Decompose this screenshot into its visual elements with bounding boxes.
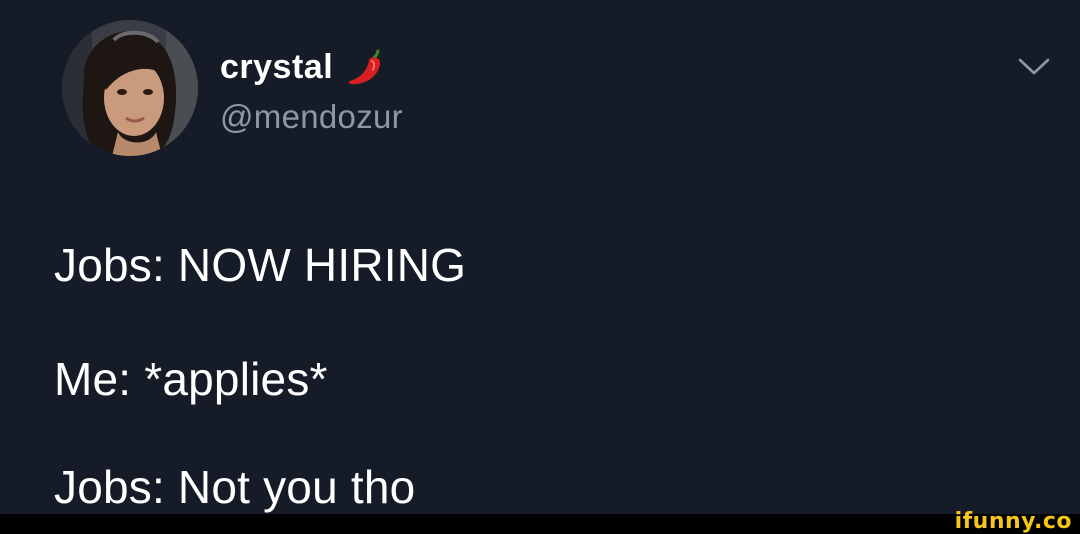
tweet-text-line: Jobs: NOW HIRING	[54, 239, 467, 291]
pepper-icon	[345, 45, 389, 89]
author-name-row[interactable]: crystal	[220, 44, 389, 90]
tweet-card: crystal @mendozur Jobs: NOW HIRING Me: *…	[0, 0, 1080, 514]
avatar[interactable]	[62, 20, 198, 156]
watermark-bar: ifunny.co	[0, 510, 1080, 534]
avatar-photo	[62, 20, 198, 156]
chevron-down-icon	[1018, 58, 1050, 75]
tweet-menu-button[interactable]	[1014, 52, 1054, 82]
handle[interactable]: @mendozur	[220, 98, 403, 136]
tweet-text-line: Me: *applies*	[54, 353, 328, 405]
watermark-logo: ifunny.co	[954, 509, 1072, 534]
tweet-text-line: Jobs: Not you tho	[54, 461, 416, 513]
display-name[interactable]: crystal	[220, 48, 333, 87]
